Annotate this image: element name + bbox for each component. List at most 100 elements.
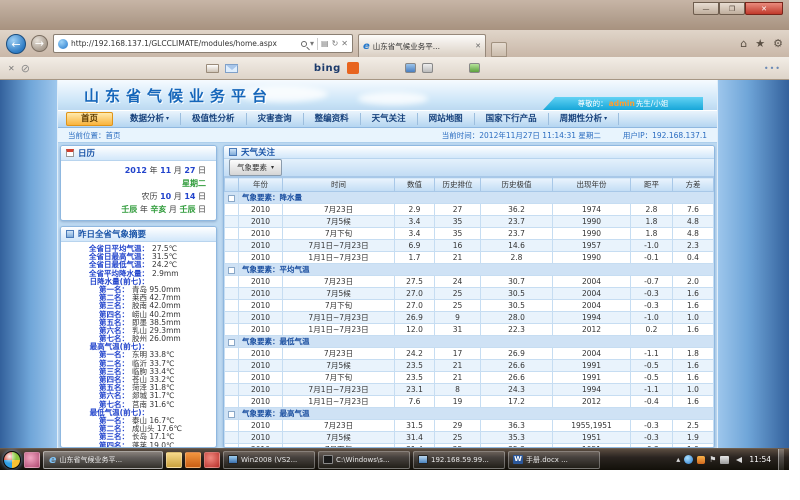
nav-item-3[interactable]: 灾害查询 (247, 113, 304, 125)
address-bar[interactable]: http://192.168.137.1/GLCCLIMATE/modules/… (53, 34, 353, 53)
table-row[interactable]: 20107月5候31.42535.31951-0.31.9 (225, 432, 714, 444)
chevron-down-icon[interactable]: ▾ (310, 39, 314, 48)
close-toolbar-icon[interactable]: ✕ (8, 64, 15, 73)
table-row[interactable]: 20107月5候27.02530.52004-0.31.6 (225, 288, 714, 300)
column-header-4[interactable]: 历史极值 (481, 178, 553, 192)
mail-icon[interactable] (225, 64, 238, 73)
cell: 6.9 (395, 240, 435, 252)
explorer-folder-icon[interactable] (166, 452, 182, 468)
group-row-1[interactable]: 气象要素：平均气温 (225, 264, 714, 276)
action-center-flag-icon[interactable]: ⚑ (709, 455, 716, 464)
nav-item-4[interactable]: 整编资料 (304, 113, 361, 125)
column-header-0[interactable]: 年份 (239, 178, 283, 192)
volume-icon[interactable] (733, 457, 742, 463)
nav-item-0[interactable]: 首页 (66, 112, 113, 126)
search-icon[interactable] (301, 41, 307, 47)
nav-item-8[interactable]: 周期性分析▾ (549, 113, 620, 125)
column-header-5[interactable]: 出现年份 (553, 178, 631, 192)
table-row[interactable]: 20107月1日~7月23日23.1824.31994-1.11.0 (225, 384, 714, 396)
cell: 1.6 (673, 396, 714, 408)
table-row[interactable]: 20107月下旬3.43523.719901.84.8 (225, 228, 714, 240)
checkbox[interactable] (228, 195, 235, 202)
cell: 0.4 (673, 252, 714, 264)
row-lead-cell (225, 324, 239, 336)
pinned-app-icon[interactable] (24, 452, 40, 468)
cell: 1月1日~7月23日 (283, 396, 395, 408)
table-row[interactable]: 20107月1日~7月23日6.91614.61957-1.02.3 (225, 240, 714, 252)
toolbar-app-icon[interactable] (469, 63, 480, 73)
more-options-icon[interactable]: ••• (764, 64, 781, 73)
taskbar-window-3[interactable]: W手册.docx ... (508, 451, 600, 469)
nav-item-6[interactable]: 网站地图 (418, 113, 475, 125)
secondary-toolbar: ✕ ⊘ bing ••• (0, 57, 789, 80)
column-header-7[interactable]: 方差 (673, 178, 714, 192)
minimize-button[interactable]: — (693, 2, 719, 15)
network-icon[interactable] (720, 456, 729, 464)
new-tab-button[interactable] (491, 42, 507, 57)
card-icon[interactable] (206, 64, 219, 73)
maximize-button[interactable]: ❐ (719, 2, 745, 15)
toolbar-app-icon[interactable] (405, 63, 416, 73)
url-text[interactable]: http://192.168.137.1/GLCCLIMATE/modules/… (71, 39, 298, 48)
messenger-icon[interactable] (684, 455, 693, 464)
cell: 1.6 (673, 372, 714, 384)
group-row-3[interactable]: 气象要素：最高气温 (225, 408, 714, 420)
table-row[interactable]: 20101月1日~7月23日12.03122.320120.21.6 (225, 324, 714, 336)
table-row[interactable]: 20107月23日31.52936.31955,1951-0.32.5 (225, 420, 714, 432)
compatibility-view-icon[interactable]: ▤ (321, 39, 329, 48)
element-select-button[interactable]: 气象要素 ▾ (229, 159, 282, 176)
group-row-2[interactable]: 气象要素：最低气温 (225, 336, 714, 348)
table-row[interactable]: 20107月5候3.43523.719901.84.8 (225, 216, 714, 228)
pinned-app-icon[interactable] (185, 452, 201, 468)
table-row[interactable]: 20101月1日~7月23日7.61917.22012-0.41.6 (225, 396, 714, 408)
security-icon[interactable] (697, 456, 705, 464)
toolbar-app-icon[interactable] (422, 63, 433, 73)
favorites-icon[interactable]: ★ (755, 37, 765, 50)
nav-item-5[interactable]: 天气关注 (361, 113, 418, 125)
home-icon[interactable]: ⌂ (740, 37, 747, 50)
table-row[interactable]: 20101月1日~7月23日1.7212.81990-0.10.4 (225, 252, 714, 264)
stop-icon[interactable]: ✕ (341, 39, 348, 48)
group-row-0[interactable]: 气象要素：降水量 (225, 192, 714, 204)
taskbar-window-2[interactable]: 192.168.59.99... (413, 451, 505, 469)
browser-tab[interactable]: e 山东省气候业务平... ✕ (358, 34, 486, 57)
table-row[interactable]: 20107月23日27.52430.72004-0.72.0 (225, 276, 714, 288)
bing-logo[interactable]: bing (314, 63, 341, 74)
table-row[interactable]: 20107月23日2.92736.219742.87.6 (225, 204, 714, 216)
table-row[interactable]: 20107月下旬23.52126.61991-0.51.6 (225, 372, 714, 384)
show-desktop-button[interactable] (778, 449, 784, 471)
page-favicon-icon (58, 39, 68, 49)
calendar-panel: 日历 2012 年 11 月 27 日 (60, 145, 217, 221)
close-button[interactable]: ✕ (745, 2, 783, 15)
pinned-app-icon[interactable] (204, 452, 220, 468)
nav-item-2[interactable]: 极值性分析 (181, 113, 247, 125)
blocked-icon[interactable]: ⊘ (21, 62, 30, 75)
refresh-icon[interactable]: ↻ (332, 39, 339, 48)
forward-button[interactable]: → (31, 35, 48, 52)
nav-item-7[interactable]: 国家下行产品 (475, 113, 549, 125)
column-header-3[interactable]: 历史排位 (435, 178, 481, 192)
hidden-icons-arrow[interactable]: ▴ (676, 455, 680, 464)
cell: -0.3 (631, 432, 673, 444)
cell: 26.6 (481, 372, 553, 384)
taskbar-clock[interactable]: 11:54 (749, 455, 771, 464)
close-tab-icon[interactable]: ✕ (475, 42, 481, 50)
checkbox[interactable] (228, 339, 235, 346)
taskbar-window-1[interactable]: C:\Windows\s... (318, 451, 410, 469)
table-row[interactable]: 20107月5候23.52126.61991-0.51.6 (225, 360, 714, 372)
bing-badge-icon[interactable] (347, 62, 359, 74)
nav-item-1[interactable]: 数据分析▾ (119, 113, 181, 125)
column-header-1[interactable]: 时间 (283, 178, 395, 192)
start-button[interactable] (3, 451, 21, 469)
table-row[interactable]: 20107月1日~7月23日26.9928.01994-1.01.0 (225, 312, 714, 324)
table-row[interactable]: 20107月23日24.21726.92004-1.11.8 (225, 348, 714, 360)
checkbox[interactable] (228, 267, 235, 274)
taskbar-window-0[interactable]: Win2008 (VS2... (223, 451, 315, 469)
back-button[interactable]: ← (6, 34, 26, 54)
column-header-2[interactable]: 数值 (395, 178, 435, 192)
taskbar-ie-button[interactable]: e 山东省气候业务平... (43, 451, 163, 469)
checkbox[interactable] (228, 411, 235, 418)
table-row[interactable]: 20107月下旬27.02530.52004-0.31.6 (225, 300, 714, 312)
column-header-6[interactable]: 距平 (631, 178, 673, 192)
tools-gear-icon[interactable]: ⚙ (773, 37, 783, 50)
